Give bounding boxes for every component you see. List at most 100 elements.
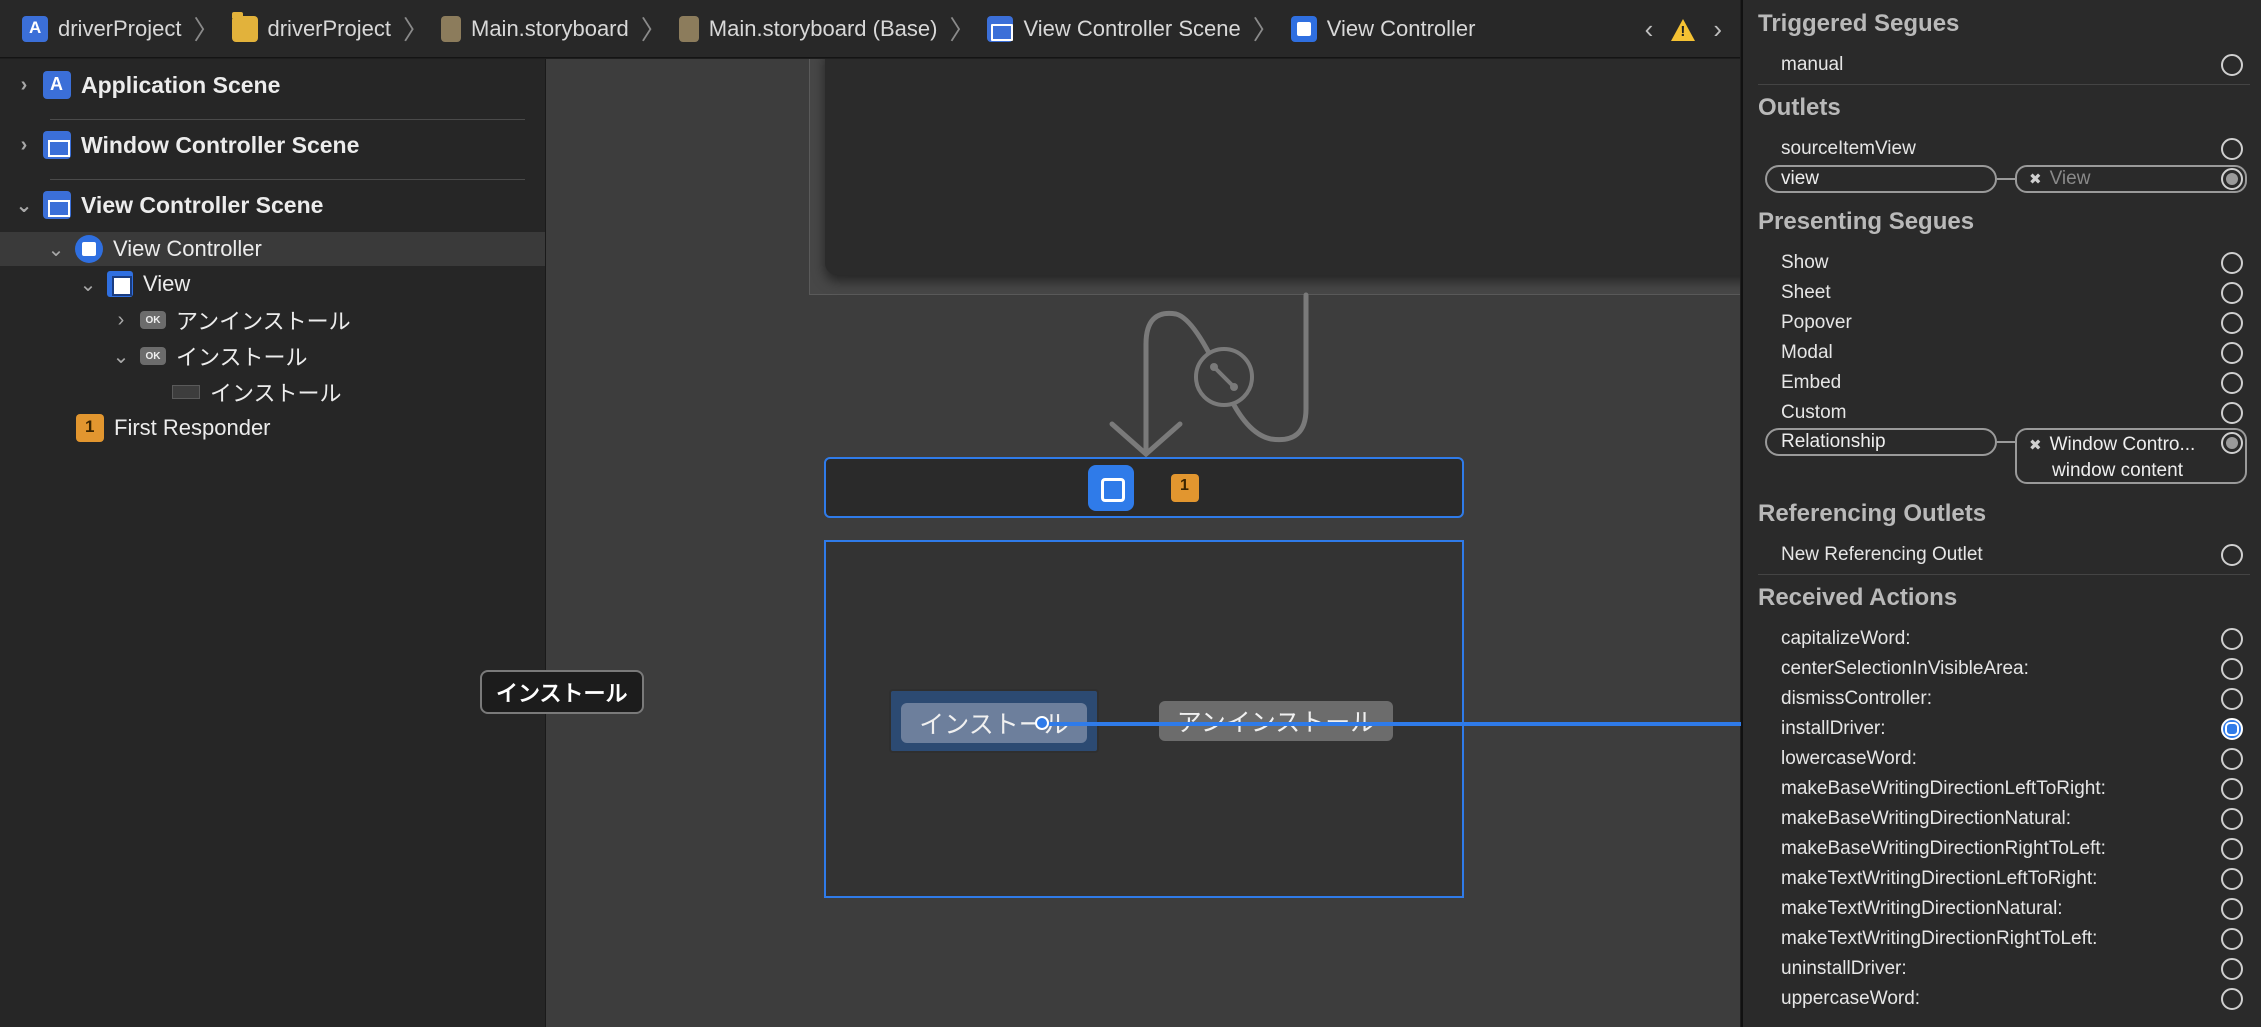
segue-modal: Modal (1781, 342, 1833, 363)
section-title: Referencing Outlets (1758, 500, 1987, 527)
disclosure-expanded-icon[interactable]: ⌄ (110, 344, 132, 369)
connection-circle-icon[interactable] (2221, 342, 2243, 364)
disclosure-collapsed-icon[interactable]: › (110, 309, 132, 332)
chevron-right-icon[interactable]: › (1713, 14, 1722, 45)
outline-label: View Controller (113, 236, 262, 261)
segue-popover: Popover (1781, 312, 1852, 333)
target-subtitle: window content (2052, 460, 2183, 481)
first-responder-icon (76, 414, 104, 442)
outlet-view-connected[interactable]: view (1765, 165, 1997, 193)
view-canvas[interactable]: インストール アンインストール (824, 540, 1464, 898)
connection-circle-icon[interactable] (2221, 372, 2243, 394)
breadcrumb-view-controller[interactable]: View Controller (1290, 15, 1476, 42)
outlet-label: view (1781, 168, 1820, 189)
connection-circle-icon[interactable] (2221, 252, 2243, 274)
connection-circle-icon[interactable] (2221, 312, 2243, 334)
view-controller-icon[interactable] (1088, 465, 1134, 511)
disclosure-expanded-icon[interactable]: ⌄ (77, 272, 99, 297)
scene-icon (43, 131, 71, 159)
section-title: Presenting Segues (1758, 208, 1975, 235)
connection-circle-icon[interactable] (2221, 282, 2243, 304)
outline-view-controller[interactable]: ⌄ View Controller (0, 232, 545, 266)
outline-uninstall-button[interactable]: › OK アンインストール (0, 303, 351, 337)
segue-relationship-target[interactable]: ✖ Window Contro... window content (2015, 428, 2247, 484)
connection-circle-icon[interactable] (2221, 748, 2243, 770)
jump-bar: driverProject 〉 driverProject 〉 Main.sto… (0, 0, 1740, 58)
connection-circle-icon[interactable] (2221, 138, 2243, 160)
chevron-right-icon: 〉 (1252, 15, 1279, 45)
outline-install-button-cell[interactable]: インストール (0, 375, 342, 409)
install-button-selection[interactable]: インストール (889, 689, 1099, 753)
disclosure-collapsed-icon[interactable]: › (13, 134, 35, 157)
tooltip: インストール (480, 670, 644, 714)
connection-circle-icon[interactable] (2221, 868, 2243, 890)
connection-origin-dot (1035, 716, 1049, 730)
button-icon: OK (140, 347, 166, 365)
breadcrumb-scene[interactable]: View Controller Scene 〉 (987, 10, 1290, 47)
outline-window-controller-scene[interactable]: › Window Controller Scene (0, 128, 359, 162)
breadcrumb-label: Main.storyboard (471, 15, 629, 41)
storyboard-canvas[interactable]: インストール アンインストール (545, 59, 1740, 1027)
action-item: makeTextWritingDirectionNatural: (1781, 898, 2063, 919)
connection-circle-icon[interactable] (2221, 54, 2243, 76)
connection-circle-icon[interactable] (2221, 838, 2243, 860)
connection-circle-icon[interactable] (2221, 432, 2243, 454)
connection-circle-icon[interactable] (2221, 928, 2243, 950)
outline-view-controller-scene[interactable]: ⌄ View Controller Scene (0, 188, 323, 222)
connection-circle-icon[interactable] (2221, 628, 2243, 650)
disclosure-expanded-icon[interactable]: ⌄ (45, 237, 67, 262)
chevron-left-icon[interactable]: ‹ (1645, 14, 1654, 45)
outline-application-scene[interactable]: › Application Scene (0, 68, 280, 102)
connection-circle-icon[interactable] (2221, 958, 2243, 980)
disconnect-icon[interactable]: ✖ (2029, 436, 2042, 454)
outlet-view-target[interactable]: ✖ View (2015, 165, 2247, 193)
project-icon (22, 15, 48, 42)
action-item: makeBaseWritingDirectionRightToLeft: (1781, 838, 2106, 859)
connection-circle-icon[interactable] (2221, 808, 2243, 830)
disclosure-expanded-icon[interactable]: ⌄ (13, 193, 35, 218)
outline-label: First Responder (114, 415, 271, 440)
connection-circle-icon[interactable] (2221, 402, 2243, 424)
connector-line (1997, 178, 2015, 180)
action-item: makeBaseWritingDirectionNatural: (1781, 808, 2072, 829)
connection-circle-icon[interactable] (2221, 988, 2243, 1010)
uninstall-button[interactable]: アンインストール (1159, 701, 1393, 741)
breadcrumb-project[interactable]: driverProject 〉 (22, 10, 232, 47)
outline-view[interactable]: ⌄ View (0, 267, 190, 301)
action-item: lowercaseWord: (1781, 748, 1917, 769)
segue-show: Show (1781, 252, 1829, 273)
breadcrumb-storyboard-base[interactable]: Main.storyboard (Base) 〉 (678, 10, 988, 47)
scene-icon (987, 15, 1014, 42)
action-item: dismissController: (1781, 688, 1932, 709)
breadcrumb-storyboard[interactable]: Main.storyboard 〉 (441, 10, 679, 47)
connection-circle-icon[interactable] (2221, 778, 2243, 800)
storyboard-file-icon (441, 15, 461, 42)
disconnect-icon[interactable]: ✖ (2029, 170, 2042, 188)
disclosure-collapsed-icon[interactable]: › (13, 74, 35, 97)
chevron-right-icon: 〉 (402, 15, 429, 45)
section-title: Outlets (1758, 94, 1841, 121)
segue-label: Relationship (1781, 431, 1886, 452)
connection-circle-icon[interactable] (2221, 688, 2243, 710)
breadcrumb-label: Main.storyboard (Base) (708, 15, 938, 41)
segue-manual: manual (1781, 54, 1844, 75)
action-item: makeBaseWritingDirectionLeftToRight: (1781, 778, 2106, 799)
connection-circle-icon[interactable] (2221, 718, 2243, 740)
outlet-source-item-view: sourceItemView (1781, 138, 1916, 159)
view-controller-icon (75, 235, 103, 263)
warning-icon[interactable] (1671, 18, 1696, 41)
connection-circle-icon[interactable] (2221, 168, 2243, 190)
breadcrumb-folder[interactable]: driverProject 〉 (231, 10, 442, 47)
segue-relationship-connected[interactable]: Relationship (1765, 428, 1997, 456)
divider (1758, 574, 2250, 575)
connection-circle-icon[interactable] (2221, 544, 2243, 566)
segue-embed: Embed (1781, 372, 1842, 393)
outline-first-responder[interactable]: First Responder (0, 411, 271, 445)
outline-install-button[interactable]: ⌄ OK インストール (0, 339, 308, 373)
divider (1758, 84, 2250, 85)
first-responder-icon[interactable] (1171, 474, 1199, 502)
connection-circle-icon[interactable] (2221, 658, 2243, 680)
scene-dock (824, 457, 1464, 518)
chevron-right-icon: 〉 (640, 15, 667, 45)
connection-circle-icon[interactable] (2221, 898, 2243, 920)
